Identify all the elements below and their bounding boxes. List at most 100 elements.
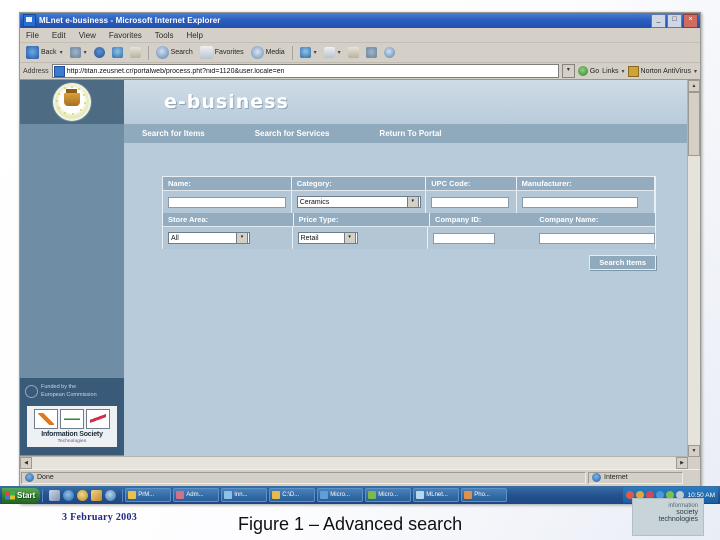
scroll-right-button[interactable]: ▶ [676, 457, 688, 469]
taskbar-item-label: Micro... [378, 492, 398, 498]
internet-explorer-icon[interactable] [63, 489, 75, 501]
search-button[interactable]: Search [154, 45, 195, 60]
history-dropdown-icon[interactable]: ▾ [314, 49, 317, 56]
mail-button[interactable]: ▾ [322, 46, 343, 59]
menu-item-help[interactable]: Help [186, 31, 202, 40]
taskbar-item-active[interactable]: MLnet... [413, 488, 460, 502]
menu-item-view[interactable]: View [79, 31, 96, 40]
back-button[interactable]: Back ▾ [24, 45, 65, 60]
nav-links: Search for Items Search for Services Ret… [124, 124, 688, 143]
form-field-row-1: Ceramics ▾ [163, 191, 655, 213]
close-button[interactable]: × [683, 13, 698, 28]
taskbar-item[interactable]: PrM... [125, 488, 172, 502]
name-input[interactable] [168, 196, 286, 208]
history-button[interactable]: ▾ [298, 46, 319, 59]
window-icon [320, 491, 329, 499]
vertical-scroll-thumb[interactable] [688, 92, 700, 156]
form-label-row-2: Store Area: Price Type: Company ID: Comp… [163, 213, 656, 227]
chevron-down-icon[interactable]: ▾ [406, 196, 419, 208]
nav-item-return-to-portal[interactable]: Return To Portal [379, 129, 441, 138]
page-body: Funded by the European Commission Inform… [20, 143, 688, 457]
chevron-down-icon[interactable]: ▾ [236, 232, 248, 244]
taskbar-item[interactable]: Micro... [365, 488, 412, 502]
advanced-search-form: Name: Category: UPC Code: Manufacturer: [162, 176, 656, 270]
stop-icon [93, 47, 105, 58]
maximize-button[interactable]: □ [667, 13, 682, 28]
company-name-input[interactable] [539, 232, 655, 244]
address-dropdown-icon[interactable]: ▾ [561, 64, 575, 78]
home-icon [129, 47, 141, 58]
start-button[interactable]: Start [2, 487, 41, 503]
show-desktop-icon[interactable] [49, 489, 61, 501]
menu-item-edit[interactable]: Edit [52, 31, 66, 40]
chevron-down-icon[interactable]: ▾ [343, 232, 356, 244]
messenger-button[interactable] [382, 46, 397, 59]
mail-dropdown-icon[interactable]: ▾ [338, 49, 341, 56]
scroll-up-button[interactable]: ▲ [688, 80, 700, 92]
back-dropdown-icon[interactable]: ▾ [60, 49, 63, 56]
outlook-icon[interactable] [105, 489, 117, 501]
menu-item-favorites[interactable]: Favorites [109, 31, 142, 40]
stop-button[interactable] [92, 46, 107, 59]
address-input[interactable]: http://titan.zeusnet.cr/portalweb/proces… [51, 64, 559, 78]
media-player-icon[interactable] [77, 489, 89, 501]
store-area-select[interactable]: All ▾ [168, 232, 250, 244]
taskbar-item[interactable]: C:\D... [269, 488, 316, 502]
price-type-select[interactable]: Retail ▾ [297, 232, 358, 244]
label-upc-code: UPC Code: [426, 177, 517, 191]
norton-antivirus-button[interactable]: Norton AntiVirus ▾ [627, 65, 697, 77]
edit-button[interactable] [364, 46, 379, 59]
company-id-input[interactable] [433, 232, 495, 244]
category-select[interactable]: Ceramics ▾ [296, 196, 421, 208]
status-message-cell: Done [21, 471, 586, 484]
favorites-button[interactable]: Favorites [198, 45, 246, 60]
taskbar-item[interactable]: Micro... [317, 488, 364, 502]
refresh-button[interactable] [110, 46, 125, 59]
horizontal-scrollbar[interactable]: ◀ ▶ [20, 456, 688, 469]
scroll-down-button[interactable]: ▼ [688, 445, 700, 457]
resize-grip[interactable] [685, 471, 699, 484]
field-cell-company [428, 227, 655, 249]
figure-caption: Figure 1 – Advanced search [238, 514, 463, 534]
taskbar-separator [42, 488, 44, 502]
windows-taskbar: Start PrM... Adm... Inn... C:\D... Micro… [0, 486, 720, 504]
nav-item-search-for-items[interactable]: Search for Items [142, 129, 205, 138]
nav-item-search-for-services[interactable]: Search for Services [255, 129, 330, 138]
funding-line-1: Funded by the [41, 384, 77, 391]
category-select-value: Ceramics [299, 198, 330, 206]
vertical-scrollbar[interactable]: ▲ ▼ [687, 80, 700, 457]
forward-button[interactable]: ▾ [68, 46, 89, 59]
media-button[interactable]: Media [249, 45, 287, 60]
slide-date: 3 February 2003 [62, 512, 138, 523]
field-cell-store-area: All ▾ [163, 227, 293, 249]
forward-dropdown-icon[interactable]: ▾ [84, 49, 87, 56]
folder-icon[interactable] [91, 489, 103, 501]
page-viewport: e-business Search for Items Search for S… [20, 80, 700, 469]
scroll-left-button[interactable]: ◀ [20, 457, 32, 469]
manufacturer-input[interactable] [521, 196, 638, 208]
taskbar-item[interactable]: Adm... [173, 488, 220, 502]
edit-page-icon [365, 47, 377, 58]
site-nav-bar: Search for Items Search for Services Ret… [20, 124, 688, 143]
search-icon [155, 46, 169, 59]
menu-item-file[interactable]: File [26, 31, 39, 40]
upc-code-input[interactable] [431, 196, 510, 208]
taskbar-item[interactable]: Inn... [221, 488, 268, 502]
minimize-button[interactable]: _ [651, 13, 666, 28]
home-button[interactable] [128, 46, 143, 59]
media-icon [250, 46, 264, 59]
menu-item-tools[interactable]: Tools [155, 31, 174, 40]
norton-dropdown-icon[interactable]: ▾ [694, 68, 697, 75]
print-button[interactable] [346, 46, 361, 59]
window-icon [368, 491, 377, 499]
taskbar-item[interactable]: Pho... [461, 488, 508, 502]
go-button[interactable]: Go [577, 66, 599, 76]
links-label: Links [602, 67, 619, 75]
ist-waves-icon [86, 409, 110, 429]
security-zone-cell[interactable]: Internet [588, 471, 683, 484]
links-button[interactable]: Links ▾ [602, 68, 624, 75]
links-dropdown-icon[interactable]: ▾ [622, 68, 625, 75]
search-items-button[interactable]: Search Items [589, 255, 656, 270]
address-url-text: http://titan.zeusnet.cr/portalweb/proces… [66, 67, 285, 75]
field-cell-manufacturer [517, 191, 655, 213]
